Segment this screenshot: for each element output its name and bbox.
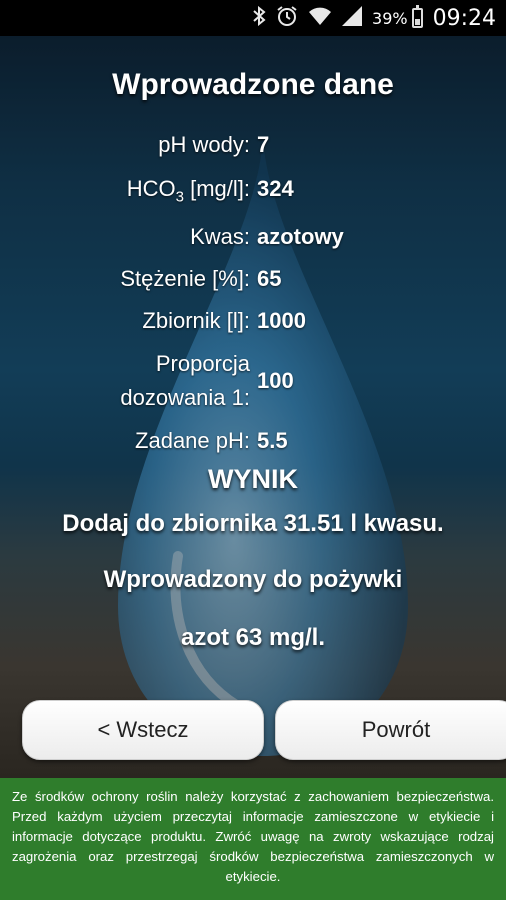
wifi-icon (308, 6, 332, 30)
hco3-label-suffix: [mg/l]: (183, 176, 250, 201)
dosing-ratio-label-line1: Proporcja (155, 351, 250, 376)
result-line-1: Dodaj do zbiornika 31.51 l kwasu. (62, 510, 444, 537)
acid-label: Kwas: (190, 224, 250, 249)
result-line-2: Wprowadzony do pożywki (103, 566, 403, 593)
concentration-value: 65 (257, 266, 282, 291)
result-line-3: azot 63 mg/l. (180, 624, 326, 651)
hco3-label-subscript: 3 (175, 188, 184, 206)
return-button[interactable]: Powrót (275, 700, 506, 760)
hco3-label-prefix: HCO (126, 176, 176, 201)
back-button[interactable]: < Wstecz (22, 700, 264, 760)
dosing-ratio-value: 100 (257, 368, 294, 393)
ph-water-value: 7 (257, 132, 270, 157)
battery-level-fill (414, 18, 420, 25)
tank-value: 1000 (257, 308, 306, 333)
dosing-ratio-label: Proporcja dozowania 1: (120, 347, 250, 415)
ph-water-label: pH wody: (158, 132, 250, 157)
status-bar: 39% 09:24 (0, 0, 506, 36)
signal-icon (342, 6, 363, 30)
main-panel: Wprowadzone dane pH wody: 7 HCO3 [mg/l]:… (0, 36, 506, 778)
battery-icon (411, 5, 423, 28)
alarm-icon (276, 5, 298, 31)
acid-value: azotowy (257, 224, 344, 249)
battery-percentage: 39% (372, 8, 408, 28)
target-ph-value: 5.5 (257, 428, 288, 453)
tank-label: Zbiornik [l]: (142, 308, 250, 333)
target-ph-label: Zadane pH: (135, 428, 250, 453)
page-title: Wprowadzone dane (112, 68, 394, 101)
hco3-value: 324 (257, 176, 294, 201)
concentration-label: Stężenie [%]: (120, 266, 250, 291)
bluetooth-icon (252, 5, 266, 30)
hco3-label: HCO3 [mg/l]: (127, 176, 250, 205)
safety-footer: Ze środków ochrony roślin należy korzyst… (0, 778, 506, 900)
clock: 09:24 (432, 5, 496, 31)
safety-notice-text: Ze środków ochrony roślin należy korzyst… (12, 789, 494, 884)
dosing-ratio-label-line2: dozowania 1: (120, 385, 250, 410)
result-heading: WYNIK (208, 464, 298, 494)
